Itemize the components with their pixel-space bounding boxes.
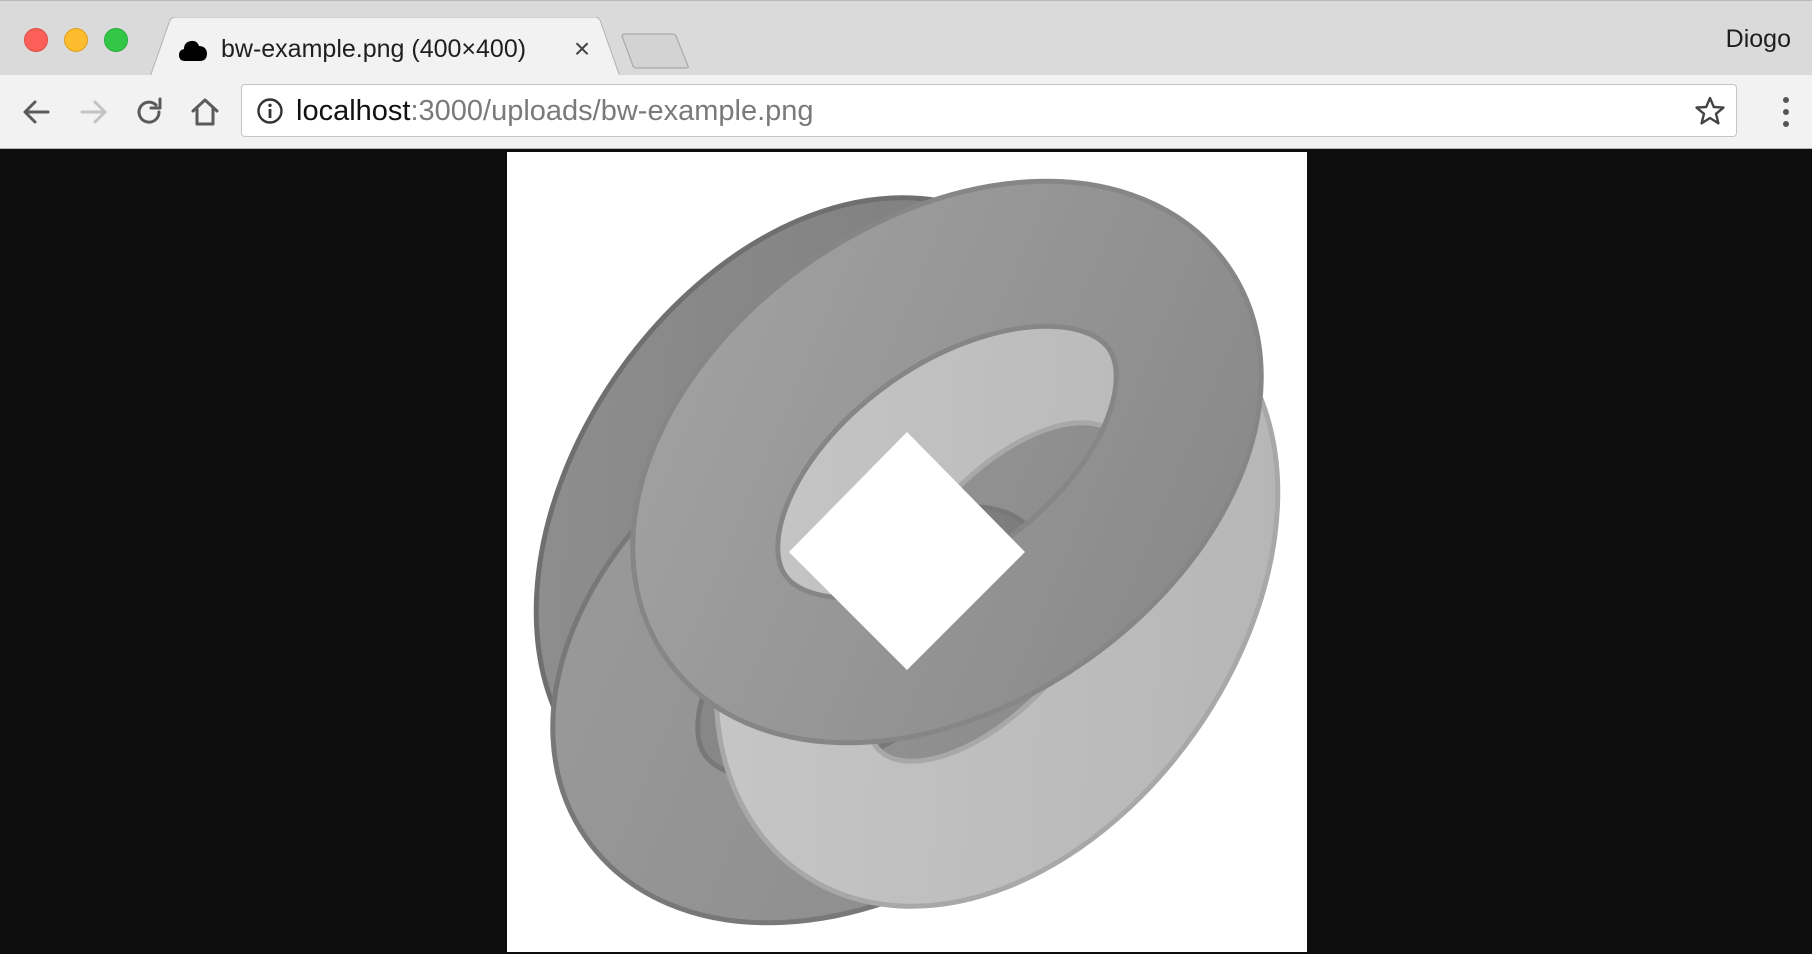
close-window-button[interactable] [24, 28, 48, 52]
profile-name[interactable]: Diogo [1726, 25, 1791, 54]
home-button[interactable] [185, 92, 225, 132]
reload-button[interactable] [129, 92, 169, 132]
url-host: localhost [296, 95, 411, 127]
url-path: :3000/uploads/bw-example.png [410, 95, 814, 127]
maximize-window-button[interactable] [104, 28, 128, 52]
viewed-image [507, 152, 1307, 952]
back-button[interactable] [17, 92, 57, 132]
cloud-icon [179, 40, 207, 61]
tab-strip: bw-example.png (400×400) × Diogo [0, 0, 1812, 77]
browser-window: bw-example.png (400×400) × Diogo localho… [0, 0, 1812, 954]
kebab-menu-icon[interactable] [1780, 92, 1792, 132]
url-text[interactable]: localhost:3000/uploads/bw-example.png [296, 95, 814, 127]
star-icon[interactable] [1694, 95, 1726, 127]
toolbar: localhost:3000/uploads/bw-example.png [0, 75, 1812, 149]
tab-title: bw-example.png (400×400) [221, 35, 527, 63]
minimize-window-button[interactable] [64, 28, 88, 52]
tab-active[interactable]: bw-example.png (400×400) × [150, 17, 620, 77]
knot-logo [533, 178, 1281, 926]
info-icon[interactable] [256, 97, 284, 125]
forward-button[interactable] [73, 92, 113, 132]
image-viewer [0, 149, 1812, 954]
tab-close-icon[interactable]: × [568, 35, 596, 63]
arrow-left-icon [23, 100, 50, 124]
arrow-right-icon [80, 100, 107, 124]
new-tab-button[interactable] [620, 33, 690, 69]
reload-icon [137, 97, 162, 124]
address-bar[interactable]: localhost:3000/uploads/bw-example.png [241, 84, 1737, 137]
home-icon [191, 98, 219, 126]
